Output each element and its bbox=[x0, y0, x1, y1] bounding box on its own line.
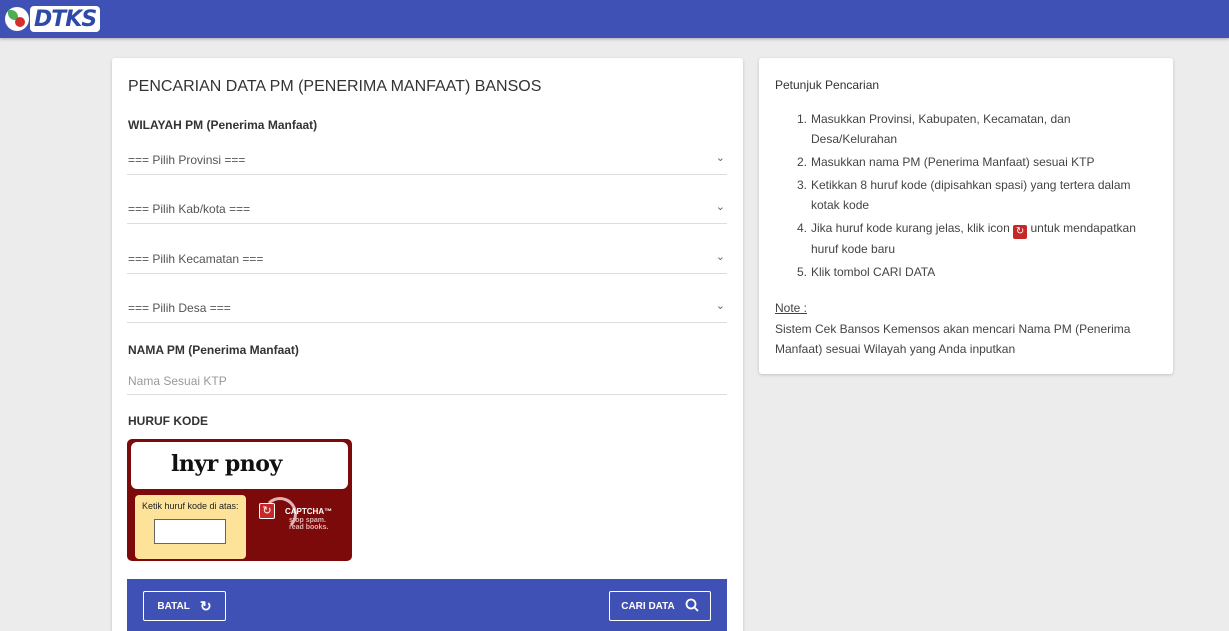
desa-select-value: === Pilih Desa === bbox=[128, 301, 231, 315]
search-icon bbox=[685, 598, 699, 615]
logo-emblem-icon bbox=[5, 7, 29, 31]
dtks-logo[interactable]: DTKS bbox=[5, 4, 101, 34]
page-title: PENCARIAN DATA PM (PENERIMA MANFAAT) BAN… bbox=[128, 78, 542, 95]
list-item: 4. Jika huruf kode kurang jelas, klik ico… bbox=[797, 221, 1136, 256]
refresh-icon: ↻ bbox=[199, 597, 212, 614]
captcha-refresh-icon[interactable]: ↻ bbox=[259, 503, 275, 519]
captcha-brand: ↻ CAPTCHA™ stop spam. read books. bbox=[259, 497, 347, 537]
list-item: 2. Masukkan nama PM (Penerima Manfaat) se… bbox=[797, 155, 1095, 169]
captcha-input-box: Ketik huruf kode di atas: bbox=[135, 495, 246, 559]
refresh-icon: ↻ bbox=[1013, 225, 1028, 239]
kecamatan-select-value: === Pilih Kecamatan === bbox=[128, 252, 264, 266]
top-app-bar: DTKS bbox=[0, 0, 1229, 38]
list-item: 3. Ketikkan 8 huruf kode (dipisahkan spas… bbox=[797, 178, 1131, 212]
captcha-image: lnyr pnoy bbox=[131, 442, 348, 489]
provinsi-select[interactable]: === Pilih Provinsi === ⌄ bbox=[127, 145, 727, 175]
captcha-brand-text: CAPTCHA™ bbox=[285, 507, 333, 516]
list-item: 5. Klik tombol CARI DATA bbox=[797, 265, 936, 279]
instructions-list: 1. Masukkan Provinsi, Kabupaten, Kecamata… bbox=[775, 109, 1155, 285]
action-bar: BATAL ↻ CARI DATA bbox=[127, 579, 727, 631]
kecamatan-select[interactable]: === Pilih Kecamatan === ⌄ bbox=[127, 244, 727, 274]
captcha-tagline: stop spam. read books. bbox=[289, 517, 329, 531]
kabkota-select[interactable]: === Pilih Kab/kota === ⌄ bbox=[127, 194, 727, 224]
captcha-widget: lnyr pnoy Ketik huruf kode di atas: ↻ CA… bbox=[127, 439, 352, 561]
nama-input[interactable]: Nama Sesuai KTP bbox=[127, 365, 727, 395]
nama-label: NAMA PM (Penerima Manfaat) bbox=[128, 343, 299, 357]
chevron-down-icon: ⌄ bbox=[715, 251, 725, 263]
desa-select[interactable]: === Pilih Desa === ⌄ bbox=[127, 293, 727, 323]
cari-data-button[interactable]: CARI DATA bbox=[609, 591, 711, 621]
chevron-down-icon: ⌄ bbox=[715, 300, 725, 312]
chevron-down-icon: ⌄ bbox=[715, 201, 725, 213]
note-text: Sistem Cek Bansos Kemensos akan mencari … bbox=[775, 322, 1131, 356]
batal-button-label: BATAL bbox=[157, 600, 190, 612]
instructions-title: Petunjuk Pencarian bbox=[775, 78, 880, 92]
captcha-input-label: Ketik huruf kode di atas: bbox=[142, 501, 239, 511]
chevron-down-icon: ⌄ bbox=[715, 152, 725, 164]
cari-data-button-label: CARI DATA bbox=[621, 600, 675, 612]
provinsi-select-value: === Pilih Provinsi === bbox=[128, 153, 246, 167]
kabkota-select-value: === Pilih Kab/kota === bbox=[128, 202, 251, 216]
instructions-card: Petunjuk Pencarian 1. Masukkan Provinsi, … bbox=[759, 58, 1173, 374]
logo-text: DTKS bbox=[30, 6, 101, 32]
list-item: 1. Masukkan Provinsi, Kabupaten, Kecamata… bbox=[797, 112, 1071, 146]
nama-input-placeholder: Nama Sesuai KTP bbox=[128, 374, 227, 388]
captcha-input[interactable] bbox=[154, 519, 226, 544]
note-label: Note : bbox=[775, 301, 808, 315]
wilayah-label: WILAYAH PM (Penerima Manfaat) bbox=[128, 118, 318, 132]
batal-button[interactable]: BATAL ↻ bbox=[143, 591, 226, 621]
search-form-card: PENCARIAN DATA PM (PENERIMA MANFAAT) BAN… bbox=[112, 58, 743, 631]
kode-label: HURUF KODE bbox=[128, 414, 208, 428]
